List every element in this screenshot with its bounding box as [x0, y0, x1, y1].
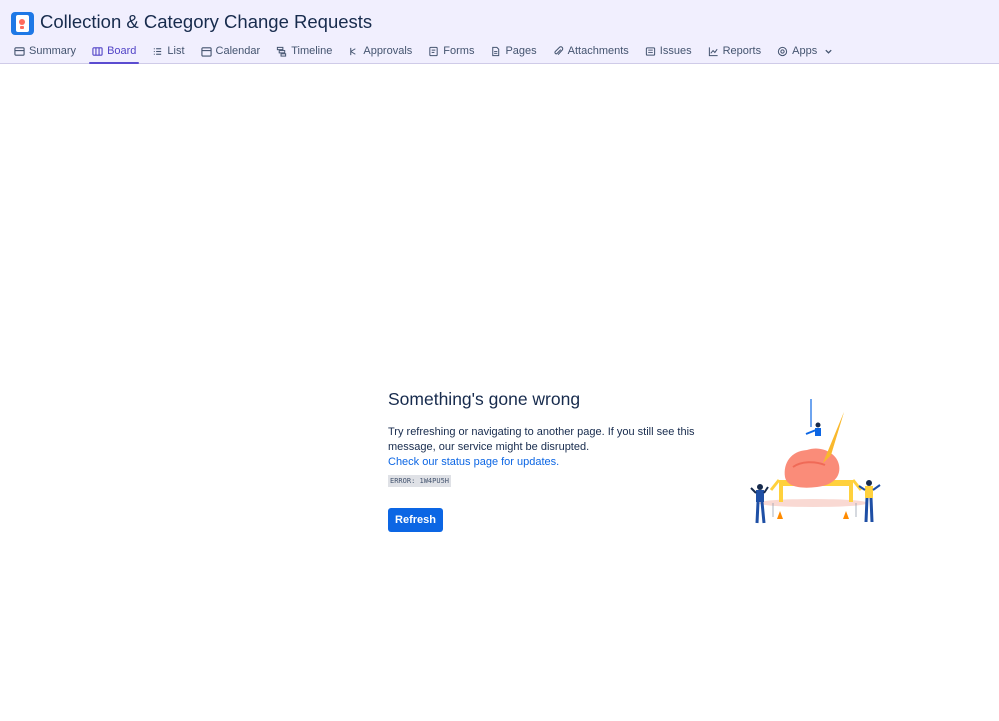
error-message-panel: Something's gone wrong Try refreshing or…	[388, 389, 708, 488]
tab-label: Timeline	[291, 45, 333, 57]
tab-approvals[interactable]: Approvals	[344, 40, 416, 62]
board-icon	[92, 46, 103, 56]
refresh-button[interactable]: Refresh	[388, 508, 443, 532]
issues-icon	[645, 46, 655, 56]
tab-label: Reports	[722, 45, 762, 57]
tab-calendar[interactable]: Calendar	[197, 40, 265, 62]
tab-label: Summary	[29, 45, 77, 57]
tab-apps[interactable]: Apps	[773, 40, 837, 62]
tab-reports[interactable]: Reports	[704, 40, 766, 62]
tab-board[interactable]: Board	[88, 40, 140, 64]
tab-label: Board	[107, 45, 137, 57]
project-nav-tabs: Summary Board List Calendar Timeline App…	[10, 40, 845, 64]
calendar-icon	[200, 46, 212, 57]
error-code: ERROR: 1W4PU5H	[388, 475, 452, 487]
error-heading: Something's gone wrong	[388, 389, 581, 409]
tab-label: Pages	[505, 45, 537, 57]
reports-icon	[708, 46, 718, 56]
apps-icon	[777, 46, 788, 56]
list-icon	[154, 47, 162, 55]
tab-label: Apps	[792, 45, 818, 57]
timeline-icon	[277, 46, 287, 57]
tab-pages[interactable]: Pages	[486, 40, 540, 62]
summary-icon	[14, 46, 25, 56]
tab-list[interactable]: List	[148, 40, 188, 62]
project-avatar-icon[interactable]	[11, 12, 34, 35]
tab-label: Forms	[443, 45, 475, 57]
tab-label: List	[167, 45, 185, 57]
chevron-down-icon[interactable]	[824, 47, 833, 56]
error-illustration	[750, 399, 881, 524]
forms-icon	[429, 46, 438, 56]
error-description: Try refreshing or navigating to another …	[388, 426, 695, 453]
phone-icon-dot	[19, 19, 25, 25]
tab-attachments[interactable]: Attachments	[549, 40, 633, 62]
project-title: Collection & Category Change Requests	[40, 11, 373, 32]
tab-label: Issues	[659, 45, 692, 57]
approvals-icon	[350, 47, 356, 55]
tab-label: Attachments	[567, 45, 629, 57]
tab-issues[interactable]: Issues	[641, 40, 696, 62]
tab-timeline[interactable]: Timeline	[272, 40, 336, 62]
tab-forms[interactable]: Forms	[424, 40, 478, 62]
tab-label: Calendar	[215, 45, 261, 57]
project-header: Collection & Category Change Requests Su…	[0, 0, 999, 64]
pages-icon	[492, 46, 500, 56]
paperclip-icon	[554, 45, 563, 55]
status-page-link[interactable]: Check our status page for updates.	[388, 455, 708, 470]
phone-icon-dot	[20, 26, 24, 29]
tab-summary[interactable]: Summary	[10, 40, 80, 62]
tab-label: Approvals	[363, 45, 413, 57]
